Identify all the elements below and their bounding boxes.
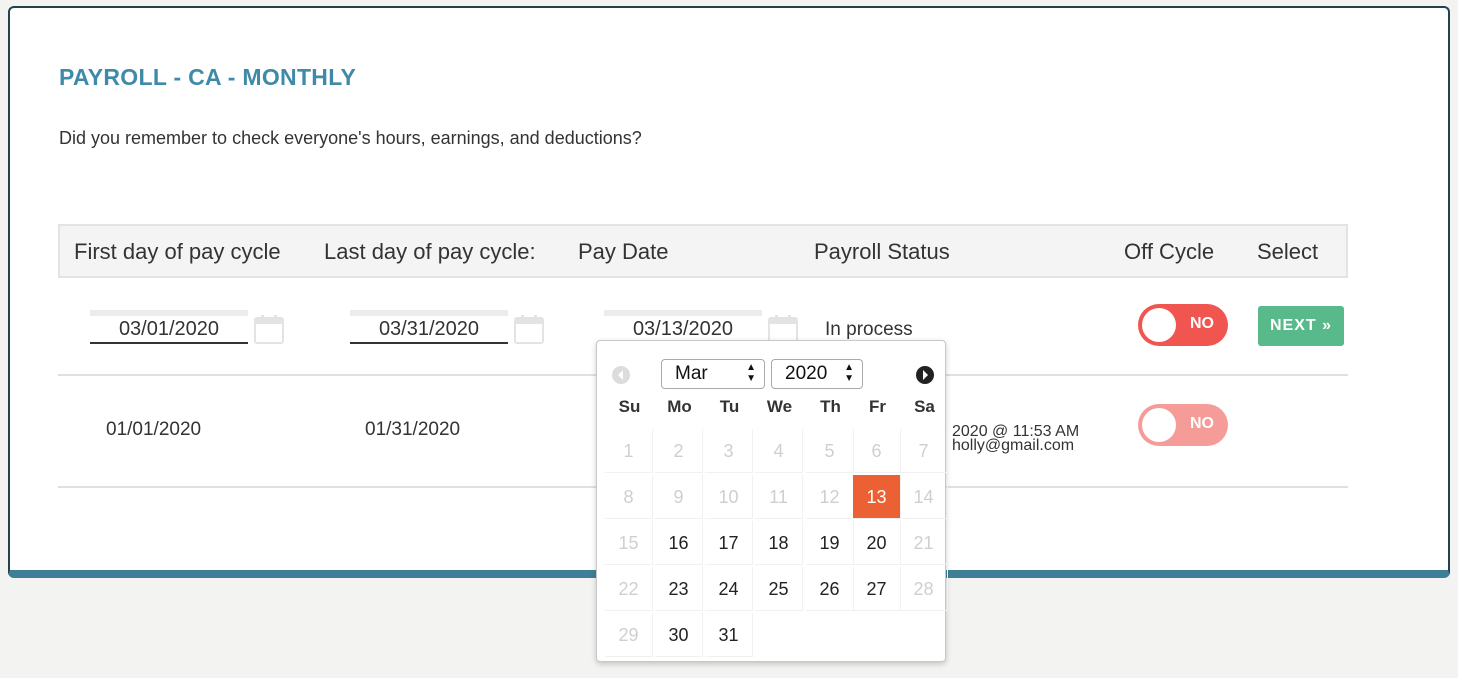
empty-day-cell xyxy=(900,613,948,657)
page-subtitle: Did you remember to check everyone's hou… xyxy=(59,128,642,148)
calendar-day: 4 xyxy=(755,429,803,473)
toggle-knob xyxy=(1142,308,1176,342)
last-day-value: 01/31/2020 xyxy=(365,419,461,440)
pay-date-input[interactable]: 03/13/2020 xyxy=(604,310,762,344)
off-cycle-toggle[interactable]: NO xyxy=(1138,404,1228,446)
weekday-header: We xyxy=(766,397,793,416)
empty-day-cell xyxy=(853,613,901,657)
weekday-header: Sa xyxy=(914,397,935,416)
calendar-day: 7 xyxy=(900,429,948,473)
page-title: PAYROLL - CA - MONTHLY xyxy=(59,64,357,90)
header-pay-date: Pay Date xyxy=(578,239,669,264)
header-off-cycle: Off Cycle xyxy=(1124,239,1215,264)
select-arrows-icon: ▲ ▼ xyxy=(746,362,756,384)
next-button[interactable]: NEXT » xyxy=(1258,306,1344,346)
calendar-icon[interactable] xyxy=(514,314,544,344)
header-last-day: Last day of pay cycle: xyxy=(324,239,536,264)
calendar-day: 6 xyxy=(853,429,901,473)
first-day-value: 01/01/2020 xyxy=(106,419,202,440)
calendar-day: 28 xyxy=(900,567,948,611)
empty-day-cell xyxy=(806,613,854,657)
header-select: Select xyxy=(1257,239,1319,264)
header-payroll-status: Payroll Status xyxy=(814,239,950,264)
calendar-day: 1 xyxy=(605,429,653,473)
calendar-day: 3 xyxy=(705,429,753,473)
last-day-input[interactable]: 03/31/2020 xyxy=(350,310,508,344)
status-email: holly@gmail.com xyxy=(952,437,1075,454)
weekday-header: Tu xyxy=(719,397,740,416)
off-cycle-toggle[interactable]: NO xyxy=(1138,304,1228,346)
calendar-day: 8 xyxy=(605,475,653,519)
selected-day[interactable]: 13 xyxy=(853,475,901,519)
weekday-header: Su xyxy=(618,397,641,416)
calendar-day: 9 xyxy=(655,475,703,519)
calendar-day: 5 xyxy=(806,429,854,473)
prev-month-icon[interactable] xyxy=(611,365,631,385)
calendar-icon[interactable] xyxy=(254,314,284,344)
calendar-day[interactable]: 30 xyxy=(655,613,703,657)
calendar-day: 2 xyxy=(655,429,703,473)
calendar-day[interactable]: 17 xyxy=(705,521,753,565)
calendar-day[interactable]: 18 xyxy=(755,521,803,565)
weekday-header: Th xyxy=(820,397,841,416)
next-month-icon[interactable] xyxy=(915,365,935,385)
weekday-header: Mo xyxy=(667,397,692,416)
calendar-day[interactable]: 23 xyxy=(655,567,703,611)
select-arrows-icon: ▲ ▼ xyxy=(844,362,854,384)
calendar-day[interactable]: 31 xyxy=(705,613,753,657)
toggle-label: NO xyxy=(1190,315,1214,332)
calendar-day[interactable]: 16 xyxy=(655,521,703,565)
calendar-day[interactable]: 19 xyxy=(806,521,854,565)
toggle-knob xyxy=(1142,408,1176,442)
calendar-day[interactable]: 20 xyxy=(853,521,901,565)
toggle-label: NO xyxy=(1190,415,1214,432)
calendar-day: 21 xyxy=(900,521,948,565)
calendar-day[interactable]: 27 xyxy=(853,567,901,611)
month-value: Mar xyxy=(675,363,708,384)
calendar-day: 29 xyxy=(605,613,653,657)
month-select[interactable]: Mar ▲ ▼ xyxy=(661,359,765,389)
year-select[interactable]: 2020 ▲ ▼ xyxy=(771,359,863,389)
calendar-day: 15 xyxy=(605,521,653,565)
calendar-day[interactable]: 26 xyxy=(806,567,854,611)
calendar-day[interactable]: 24 xyxy=(705,567,753,611)
empty-day-cell xyxy=(755,613,803,657)
weekday-header: Fr xyxy=(869,397,886,416)
calendar-day: 22 xyxy=(605,567,653,611)
table-header: First day of pay cycle Last day of pay c… xyxy=(58,224,1348,278)
first-day-input[interactable]: 03/01/2020 xyxy=(90,310,248,344)
calendar-day[interactable]: 25 xyxy=(755,567,803,611)
year-value: 2020 xyxy=(785,363,828,384)
payroll-status: In process xyxy=(825,319,913,340)
calendar-day: 11 xyxy=(755,475,803,519)
date-picker-popup: Mar ▲ ▼ 2020 ▲ ▼ Su Mo Tu We Th Fr Sa 1 2 3 4 5 6 7 8 9 10… xyxy=(596,340,948,662)
calendar-day: 14 xyxy=(900,475,948,519)
header-first-day: First day of pay cycle xyxy=(74,239,281,264)
calendar-day: 12 xyxy=(806,475,854,519)
calendar-day: 10 xyxy=(705,475,753,519)
